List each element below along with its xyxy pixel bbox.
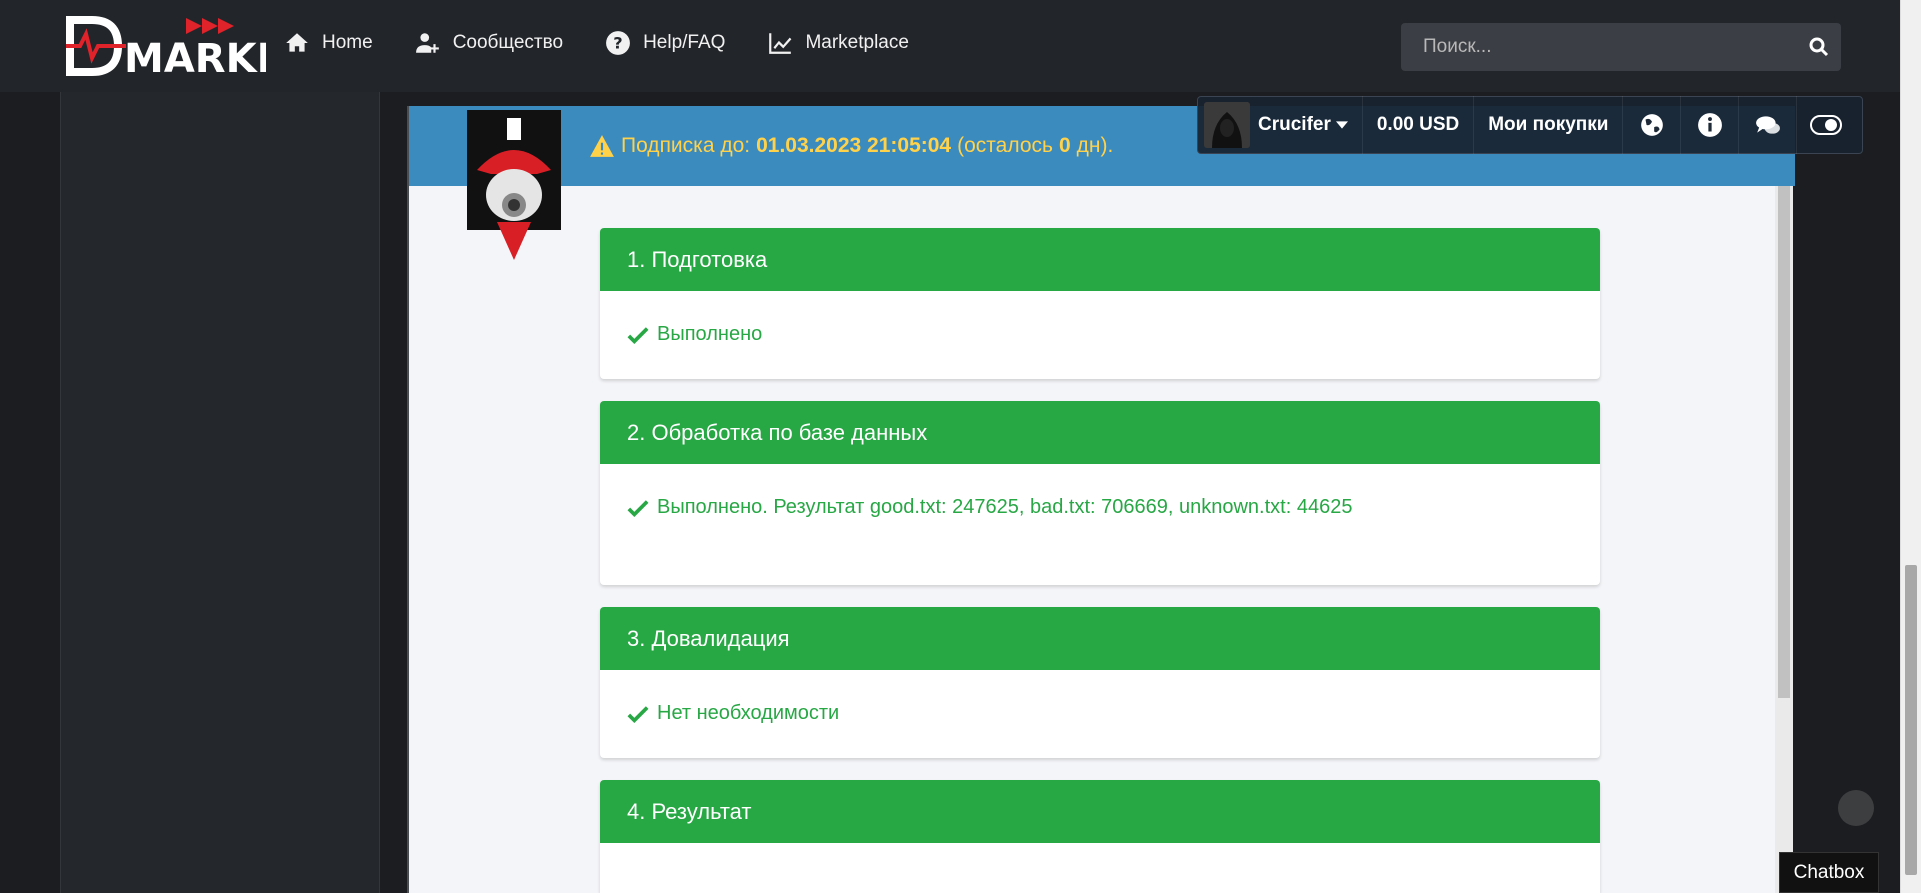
step-title: 3. Довалидация bbox=[600, 607, 1600, 670]
globe-icon bbox=[1641, 114, 1663, 136]
chat-button[interactable] bbox=[1739, 96, 1798, 154]
theme-toggle[interactable] bbox=[1797, 96, 1855, 154]
top-navbar: MARKET Home Сообщество ? Help/FAQ Market… bbox=[0, 0, 1900, 92]
search-input[interactable] bbox=[1401, 23, 1791, 71]
subscription-date: 01.03.2023 21:05:04 bbox=[756, 134, 952, 157]
nav-home-label: Home bbox=[322, 32, 373, 53]
nav-community[interactable]: Сообщество bbox=[415, 30, 563, 56]
step-title: 2. Обработка по базе данных bbox=[600, 401, 1600, 464]
svg-text:?: ? bbox=[613, 33, 622, 52]
step-status: Выполнено. Результат good.txt: 247625, b… bbox=[657, 496, 1353, 518]
caret-down-icon bbox=[1335, 121, 1348, 129]
info-button[interactable] bbox=[1681, 96, 1740, 154]
check-icon bbox=[627, 500, 649, 518]
step-card-2: 2. Обработка по базе данных Выполнено. Р… bbox=[600, 401, 1600, 585]
step-title: 1. Подготовка bbox=[600, 228, 1600, 291]
step-title: 4. Результат bbox=[600, 780, 1600, 843]
svg-text:MARKET: MARKET bbox=[124, 36, 266, 78]
user-bar: Crucifer 0.00 USD Мои покупки bbox=[1197, 96, 1863, 154]
nav-help-label: Help/FAQ bbox=[643, 32, 726, 53]
page-scrollbar[interactable] bbox=[1900, 0, 1921, 893]
step-card-4: 4. Результат bbox=[600, 780, 1600, 893]
search-icon[interactable] bbox=[1807, 35, 1831, 59]
check-icon bbox=[627, 706, 649, 724]
language-button[interactable] bbox=[1623, 96, 1682, 154]
validator-avatar bbox=[467, 110, 561, 260]
step-card-1: 1. Подготовка Выполнено bbox=[600, 228, 1600, 379]
nav-home[interactable]: Home bbox=[284, 30, 373, 56]
panel-scroll-thumb[interactable] bbox=[1778, 186, 1790, 698]
right-gutter bbox=[1825, 92, 1885, 893]
username: Crucifer bbox=[1258, 114, 1331, 135]
check-icon bbox=[627, 327, 649, 345]
panel-scrollbar[interactable] bbox=[1775, 186, 1793, 893]
nav-help[interactable]: ? Help/FAQ bbox=[605, 30, 725, 56]
warning-icon bbox=[590, 135, 614, 157]
question-icon: ? bbox=[606, 31, 630, 55]
subscription-left-suffix: дн). bbox=[1076, 134, 1114, 157]
page-scroll-thumb[interactable] bbox=[1905, 565, 1917, 875]
toggle-icon bbox=[1810, 115, 1843, 135]
main-nav: Home Сообщество ? Help/FAQ Marketplace bbox=[284, 30, 909, 56]
balance[interactable]: 0.00 USD bbox=[1363, 96, 1475, 154]
subscription-days: 0 bbox=[1058, 134, 1071, 157]
add-user-icon bbox=[415, 33, 439, 53]
comments-icon bbox=[1756, 116, 1780, 134]
step-status: Выполнено bbox=[657, 323, 763, 345]
subscription-left-prefix: (осталось bbox=[957, 134, 1053, 157]
dmarket-logo[interactable]: MARKET bbox=[66, 14, 266, 78]
subscription-info: Подписка до: 01.03.2023 21:05:04 (остало… bbox=[589, 134, 1113, 158]
subscription-prefix: Подписка до: bbox=[621, 134, 751, 157]
step-status: Нет необходимости bbox=[657, 702, 840, 724]
nav-marketplace[interactable]: Marketplace bbox=[767, 30, 909, 56]
nav-community-label: Сообщество bbox=[452, 32, 564, 53]
left-sidebar bbox=[60, 92, 380, 893]
user-avatar bbox=[1204, 102, 1250, 148]
chatbox-button[interactable]: Chatbox bbox=[1779, 852, 1879, 893]
scroll-to-top-button[interactable] bbox=[1838, 790, 1874, 826]
nav-marketplace-label: Marketplace bbox=[805, 32, 909, 53]
info-icon bbox=[1698, 113, 1722, 137]
chart-line-icon bbox=[769, 33, 792, 54]
search-box bbox=[1401, 23, 1841, 71]
step-card-3: 3. Довалидация Нет необходимости bbox=[600, 607, 1600, 758]
home-icon bbox=[286, 33, 308, 52]
user-menu[interactable]: Crucifer bbox=[1198, 96, 1363, 154]
my-purchases-link[interactable]: Мои покупки bbox=[1474, 96, 1624, 154]
